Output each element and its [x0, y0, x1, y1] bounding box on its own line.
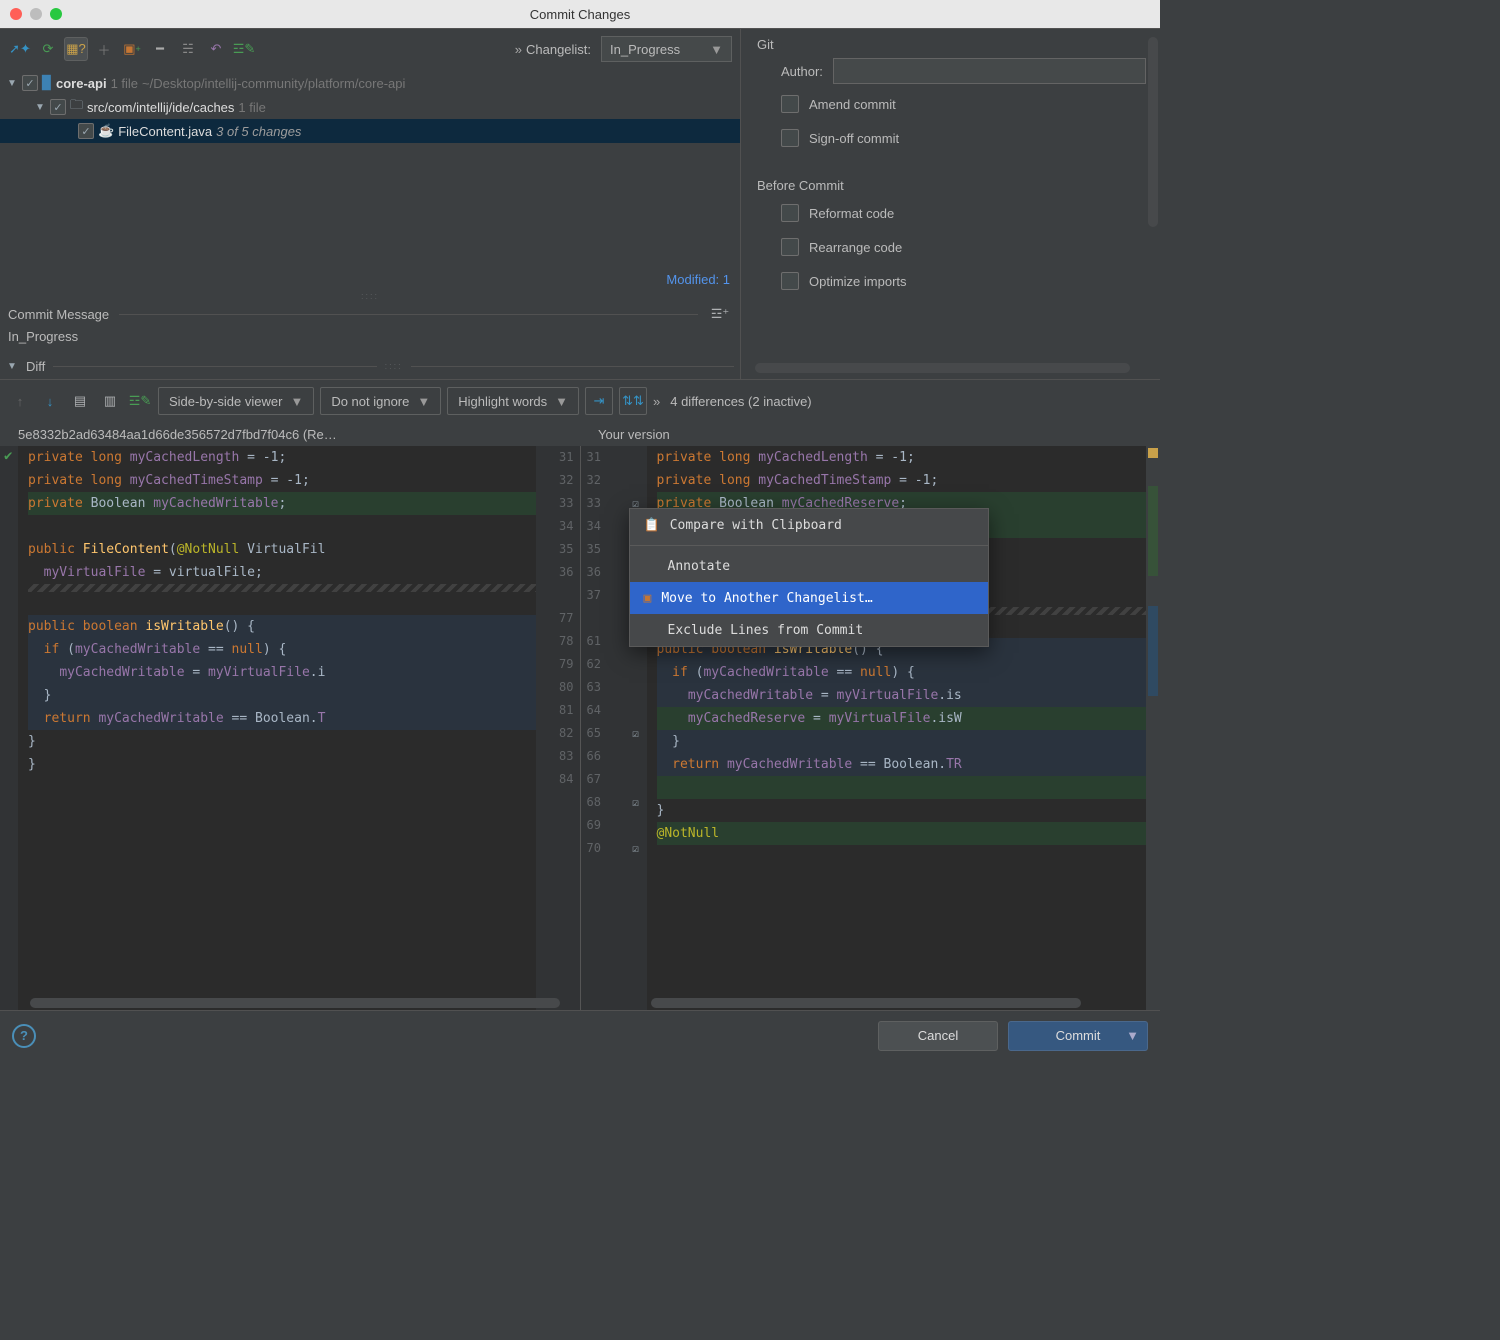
module-icon: ▉ [42, 75, 52, 91]
sync-scroll-icon[interactable]: ⇅⇅ [619, 387, 647, 415]
context-menu[interactable]: 📋Compare with Clipboard Annotate ▣Move t… [629, 508, 989, 647]
diff-section-label: Diff [26, 359, 45, 374]
remove-icon[interactable]: ━ [148, 37, 172, 61]
diff-count: 4 differences (2 inactive) [670, 394, 811, 409]
changelist-action-icon[interactable]: ☲✎ [232, 37, 256, 61]
tree-dir[interactable]: src/com/intellij/ide/caches [87, 100, 234, 115]
ignore-select[interactable]: Do not ignore▼ [320, 387, 441, 415]
refresh-icon[interactable]: ⟳ [36, 37, 60, 61]
rearrange-checkbox[interactable] [781, 238, 799, 256]
commit-message-label: Commit Message [8, 307, 109, 322]
export-icon[interactable]: ▤ [68, 389, 92, 413]
group-by-icon[interactable]: ▦? [64, 37, 88, 61]
ctx-move-changelist[interactable]: ▣Move to Another Changelist… [630, 582, 988, 614]
cancel-button[interactable]: Cancel [878, 1021, 998, 1051]
h-scrollbar[interactable] [755, 363, 1130, 373]
clipboard-icon: 📋 [644, 518, 660, 533]
author-label: Author: [781, 64, 823, 79]
amend-checkbox[interactable] [781, 95, 799, 113]
viewer-mode-select[interactable]: Side-by-side viewer▼ [158, 387, 314, 415]
next-diff-icon[interactable]: ↓ [38, 389, 62, 413]
changelist-label: Changelist: [526, 42, 591, 57]
twisty-icon[interactable]: ▼ [6, 78, 18, 89]
undo-icon[interactable]: ↶ [204, 37, 228, 61]
folder-icon: 🗀 [70, 96, 83, 118]
diff-toolbar: ↑ ↓ ▤ ▥ ☲✎ Side-by-side viewer▼ Do not i… [0, 380, 1160, 422]
import-icon[interactable]: ▥ [98, 389, 122, 413]
ctx-compare-clipboard[interactable]: 📋Compare with Clipboard [630, 509, 988, 541]
collapse-icon[interactable]: ⇥ [585, 387, 613, 415]
java-file-icon: ☕ [98, 123, 114, 139]
changes-tree[interactable]: ▼ ✓ ▉ core-api 1 file ~/Desktop/intellij… [0, 69, 740, 268]
resize-grip[interactable]: :::: [0, 291, 740, 301]
diff-right-pane[interactable]: 3132333435363761626364656667686970 ☑☑☑☑ … [581, 446, 1161, 1010]
ctx-exclude-lines[interactable]: Exclude Lines from Commit [630, 614, 988, 646]
changelist-icon: ▣ [644, 591, 652, 606]
twisty-icon[interactable]: ▼ [34, 102, 46, 113]
changelist-select[interactable]: In_Progress▼ [601, 36, 732, 62]
checkbox[interactable]: ✓ [78, 123, 94, 139]
h-scrollbar[interactable] [651, 998, 1081, 1008]
history-icon[interactable]: ☲⁺ [708, 302, 732, 326]
add-icon[interactable]: ＋ [92, 37, 116, 61]
help-button[interactable]: ? [12, 1024, 36, 1048]
reformat-checkbox[interactable] [781, 204, 799, 222]
author-input[interactable] [833, 58, 1146, 84]
checkbox[interactable]: ✓ [22, 75, 38, 91]
scrollbar[interactable] [1148, 37, 1158, 227]
git-section-title: Git [757, 37, 1146, 52]
tree-file-row[interactable]: ✓ ☕ FileContent.java 3 of 5 changes [0, 119, 740, 143]
tree-module[interactable]: core-api [56, 76, 107, 91]
overview-ruler[interactable] [1146, 446, 1160, 1010]
apply-icon[interactable]: ☲✎ [128, 389, 152, 413]
h-scrollbar[interactable] [30, 998, 560, 1008]
tree-file[interactable]: FileContent.java [118, 124, 212, 139]
highlight-select[interactable]: Highlight words▼ [447, 387, 579, 415]
twisty-icon[interactable]: ▼ [6, 361, 18, 372]
expand-all-icon[interactable]: ☵ [176, 37, 200, 61]
prev-diff-icon: ↑ [8, 389, 32, 413]
signoff-checkbox[interactable] [781, 129, 799, 147]
ctx-annotate[interactable]: Annotate [630, 550, 988, 582]
commit-message-input[interactable]: In_Progress [0, 327, 740, 353]
modified-count: Modified: 1 [0, 268, 740, 291]
show-diff-icon[interactable]: ➚✦ [8, 37, 32, 61]
new-changelist-icon[interactable]: ▣+ [120, 37, 144, 61]
right-revision-title: Your version [580, 422, 688, 446]
commit-toolbar: ➚✦ ⟳ ▦? ＋ ▣+ ━ ☵ ↶ ☲✎ » Changelist: In_P… [0, 29, 740, 69]
window-title: Commit Changes [0, 7, 1160, 22]
titlebar: Commit Changes [0, 0, 1160, 28]
diff-left-pane[interactable]: ✔ private long myCachedLength = -1;priva… [0, 446, 581, 1010]
left-revision-title: 5e8332b2ad63484aa1d66de356572d7fbd7f04c6… [0, 422, 580, 446]
git-options-panel: Git Author: Amend commit Sign-off commit… [740, 29, 1160, 379]
ok-icon: ✔ [4, 448, 12, 464]
commit-button[interactable]: Commit ▼ [1008, 1021, 1148, 1051]
optimize-checkbox[interactable] [781, 272, 799, 290]
before-commit-title: Before Commit [757, 178, 1146, 193]
checkbox[interactable]: ✓ [50, 99, 66, 115]
